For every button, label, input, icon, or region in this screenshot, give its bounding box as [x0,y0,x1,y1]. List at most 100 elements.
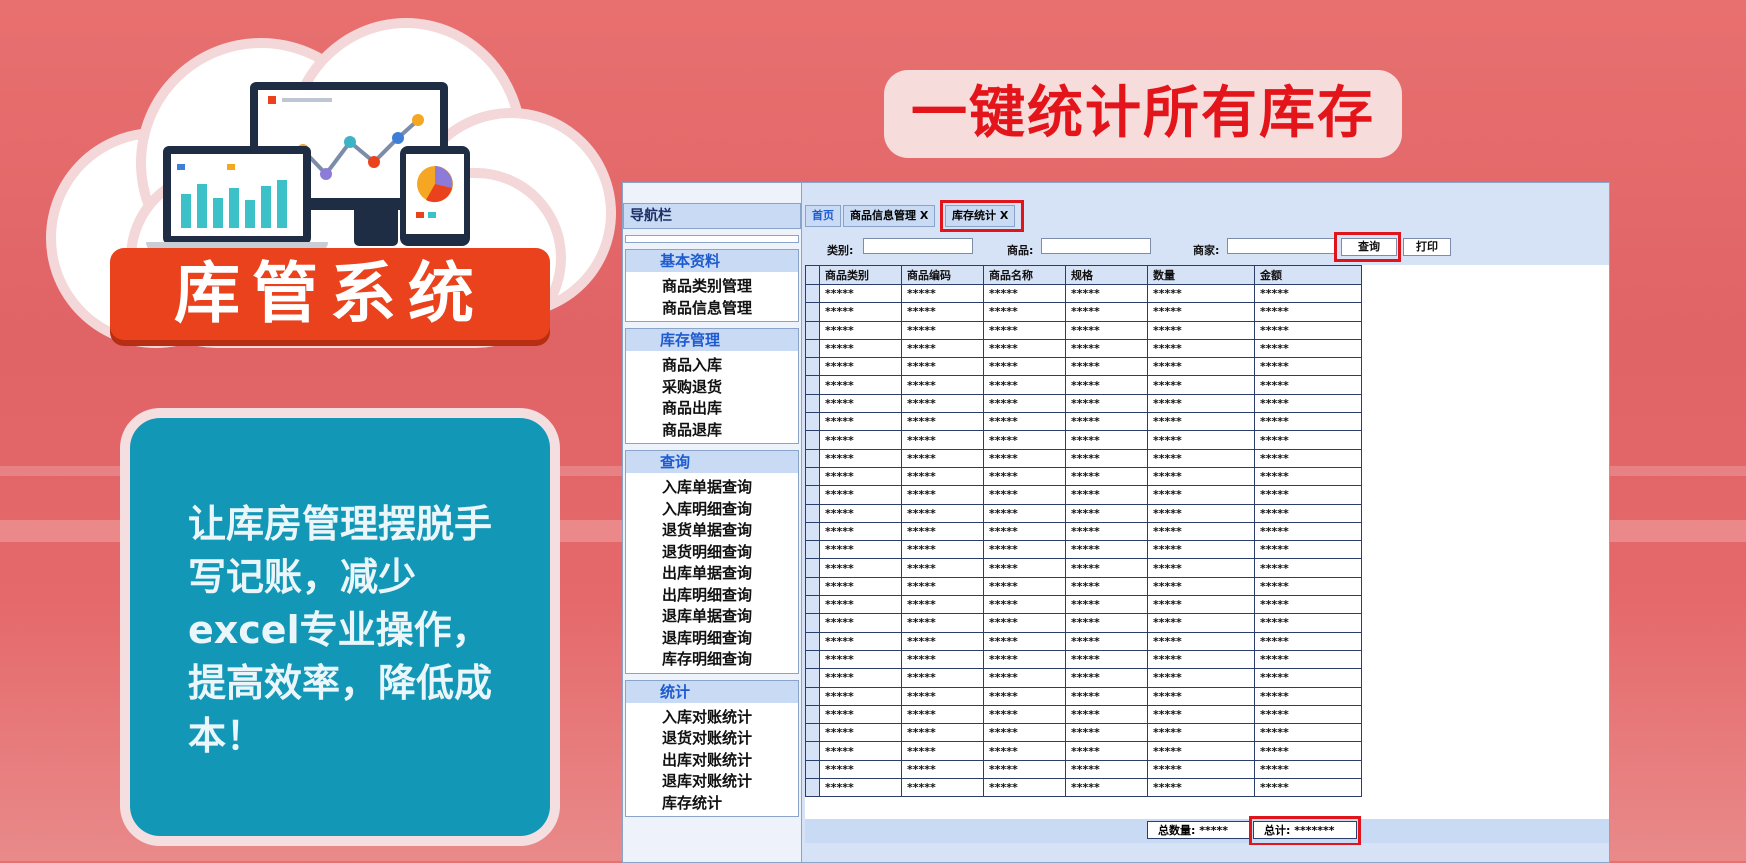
nav-group-header[interactable]: 库存管理 [626,329,798,351]
table-row[interactable]: ***** ***** ***** ***** ***** ***** [805,412,1362,432]
print-button[interactable]: 打印 [1403,238,1451,256]
nav-item[interactable]: 退库单据查询 [626,606,798,628]
row-marker [805,540,820,560]
table-row[interactable]: ***** ***** ***** ***** ***** ***** [805,540,1362,560]
table-cell: ***** [1254,576,1362,597]
table-cell: ***** [819,540,902,560]
column-header[interactable]: 商品名称 [983,265,1066,285]
table-cell: ***** [819,448,902,468]
table-cell: ***** [819,723,902,743]
table-row[interactable]: ***** ***** ***** ***** ***** ***** [805,466,1362,487]
table-cell: ***** [1254,357,1362,377]
table-row[interactable]: ***** ***** ***** ***** ***** ***** [805,631,1362,651]
table-cell: ***** [983,448,1066,468]
table-row[interactable]: ***** ***** ***** ***** ***** ***** [805,759,1362,780]
table-row[interactable]: ***** ***** ***** ***** ***** ***** [805,320,1362,340]
table-cell: ***** [1147,759,1255,780]
table-cell: ***** [819,466,902,487]
nav-item[interactable]: 退货单据查询 [626,520,798,542]
row-marker [805,558,820,578]
table-row[interactable]: ***** ***** ***** ***** ***** ***** [805,448,1362,468]
total-highlight-box [1249,816,1361,846]
table-row[interactable]: ***** ***** ***** ***** ***** ***** [805,686,1362,706]
nav-item[interactable]: 出库明细查询 [626,585,798,607]
table-row[interactable]: ***** ***** ***** ***** ***** ***** [805,741,1362,761]
table-row[interactable]: ***** ***** ***** ***** ***** ***** [805,302,1362,322]
table-row[interactable]: ***** ***** ***** ***** ***** ***** [805,485,1362,505]
table-cell: ***** [1065,540,1148,560]
table-cell: ***** [1254,778,1362,798]
table-row[interactable]: ***** ***** ***** ***** ***** ***** [805,668,1362,688]
nav-group-header[interactable]: 统计 [626,680,798,703]
tablet-icon [400,146,470,246]
table-cell: ***** [1254,466,1362,487]
nav-item[interactable]: 入库对账统计 [626,707,798,729]
table-row[interactable]: ***** ***** ***** ***** ***** ***** [805,338,1362,359]
table-cell: ***** [901,393,984,414]
tab-product-info[interactable]: 商品信息管理 X [843,205,936,227]
table-cell: ***** [1065,302,1148,322]
table-cell: ***** [983,503,1066,523]
nav-item[interactable]: 商品信息管理 [626,298,798,320]
category-input[interactable] [863,238,973,254]
nav-item[interactable]: 退货对账统计 [626,728,798,750]
nav-item[interactable]: 退库对账统计 [626,771,798,793]
table-cell: ***** [1254,521,1362,542]
nav-item[interactable]: 采购退货 [626,377,798,399]
table-cell: ***** [901,466,984,487]
table-row[interactable]: ***** ***** ***** ***** ***** ***** [805,357,1362,377]
nav-group-header[interactable]: 基本资料 [626,250,798,272]
table-row[interactable]: ***** ***** ***** ***** ***** ***** [805,430,1362,450]
merchant-input[interactable] [1227,238,1337,254]
table-cell: ***** [1254,649,1362,670]
table-row[interactable]: ***** ***** ***** ***** ***** ***** [805,375,1362,395]
column-header[interactable]: 金额 [1254,265,1362,285]
table-row[interactable]: ***** ***** ***** ***** ***** ***** [805,595,1362,615]
table-cell: ***** [1147,686,1255,706]
table-cell: ***** [983,759,1066,780]
row-marker [805,521,820,542]
table-cell: ***** [1147,357,1255,377]
nav-item[interactable]: 入库明细查询 [626,499,798,521]
column-header[interactable]: 数量 [1147,265,1255,285]
nav-item[interactable]: 退货明细查询 [626,542,798,564]
table-row[interactable]: ***** ***** ***** ***** ***** ***** [805,503,1362,523]
column-header[interactable]: 商品类别 [819,265,902,285]
table-cell: ***** [1147,576,1255,597]
table-row[interactable]: ***** ***** ***** ***** ***** ***** [805,723,1362,743]
nav-item[interactable]: 出库对账统计 [626,750,798,772]
table-cell: ***** [1254,448,1362,468]
table-cell: ***** [1254,338,1362,359]
table-row[interactable]: ***** ***** ***** ***** ***** ***** [805,778,1362,798]
table-row[interactable]: ***** ***** ***** ***** ***** ***** [805,558,1362,578]
nav-item[interactable]: 商品类别管理 [626,276,798,298]
product-input[interactable] [1041,238,1151,254]
table-row[interactable]: ***** ***** ***** ***** ***** ***** [805,283,1362,304]
table-row[interactable]: ***** ***** ***** ***** ***** ***** [805,576,1362,597]
table-cell: ***** [1065,576,1148,597]
tab-home[interactable]: 首页 [805,205,841,227]
nav-item[interactable]: 出库单据查询 [626,563,798,585]
table-row[interactable]: ***** ***** ***** ***** ***** ***** [805,649,1362,670]
row-marker [805,320,820,340]
nav-item[interactable]: 商品退库 [626,420,798,442]
table-cell: ***** [1065,393,1148,414]
nav-item[interactable]: 库存统计 [626,793,798,815]
nav-item[interactable]: 退库明细查询 [626,628,798,650]
table-cell: ***** [1254,668,1362,688]
table-row[interactable]: ***** ***** ***** ***** ***** ***** [805,613,1362,633]
nav-item[interactable]: 入库单据查询 [626,477,798,499]
column-header[interactable]: 规格 [1065,265,1148,285]
nav-item[interactable]: 商品出库 [626,398,798,420]
table-cell: ***** [819,430,902,450]
table-row[interactable]: ***** ***** ***** ***** ***** ***** [805,393,1362,414]
nav-item[interactable]: 商品入库 [626,355,798,377]
column-header[interactable]: 商品编码 [901,265,984,285]
table-row[interactable]: ***** ***** ***** ***** ***** ***** [805,521,1362,542]
nav-group-header[interactable]: 查询 [626,451,798,473]
nav-item[interactable]: 库存明细查询 [626,649,798,671]
table-cell: ***** [983,466,1066,487]
table-row[interactable]: ***** ***** ***** ***** ***** ***** [805,704,1362,725]
table-cell: ***** [1147,302,1255,322]
table-cell: ***** [901,540,984,560]
